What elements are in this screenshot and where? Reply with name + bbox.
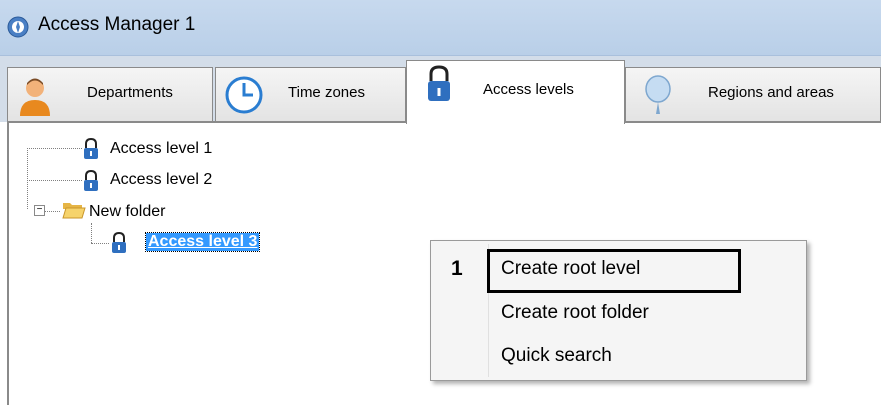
tab-label: Time zones [288,84,365,101]
tab-time-zones[interactable]: Time zones [215,67,406,121]
person-icon [20,78,50,116]
tree-item-access-level-2[interactable]: Access level 2 [110,171,212,189]
window-title: Access Manager 1 [38,14,196,35]
menu-item-create-root-level[interactable]: Create root level [501,258,640,280]
tree-connector [27,148,82,149]
balloon-icon [645,75,671,114]
tab-label: Regions and areas [708,84,834,101]
lock-icon [428,65,450,101]
lock-icon [112,232,126,253]
tree-item-access-level-3[interactable]: Access level 3 [144,232,261,252]
tree-connector [44,211,60,212]
menu-item-quick-search[interactable]: Quick search [501,345,612,367]
menu-item-create-root-folder[interactable]: Create root folder [501,302,649,324]
title-bar: Access Manager 1 [0,0,881,56]
app-icon [7,16,29,38]
tree-connector [27,180,82,181]
tab-label: Departments [87,84,173,101]
context-menu: 1 Create root level Create root folder Q… [430,240,807,381]
folder-open-icon [62,203,86,219]
tree-item-access-level-1[interactable]: Access level 1 [110,140,212,158]
lock-icon [84,170,98,191]
callout-number: 1 [451,257,463,280]
tree-connector [91,243,109,244]
collapse-toggle-icon[interactable]: − [34,205,45,216]
tree-item-new-folder[interactable]: New folder [89,203,165,221]
tree-connector [27,148,28,209]
tab-regions-and-areas[interactable]: Regions and areas [625,67,881,121]
tab-access-levels[interactable]: Access levels [406,60,625,124]
tab-departments[interactable]: Departments [7,67,213,121]
clock-icon [225,76,263,114]
tree-connector [91,223,92,243]
tab-label: Access levels [483,81,574,98]
lock-icon [84,138,98,159]
